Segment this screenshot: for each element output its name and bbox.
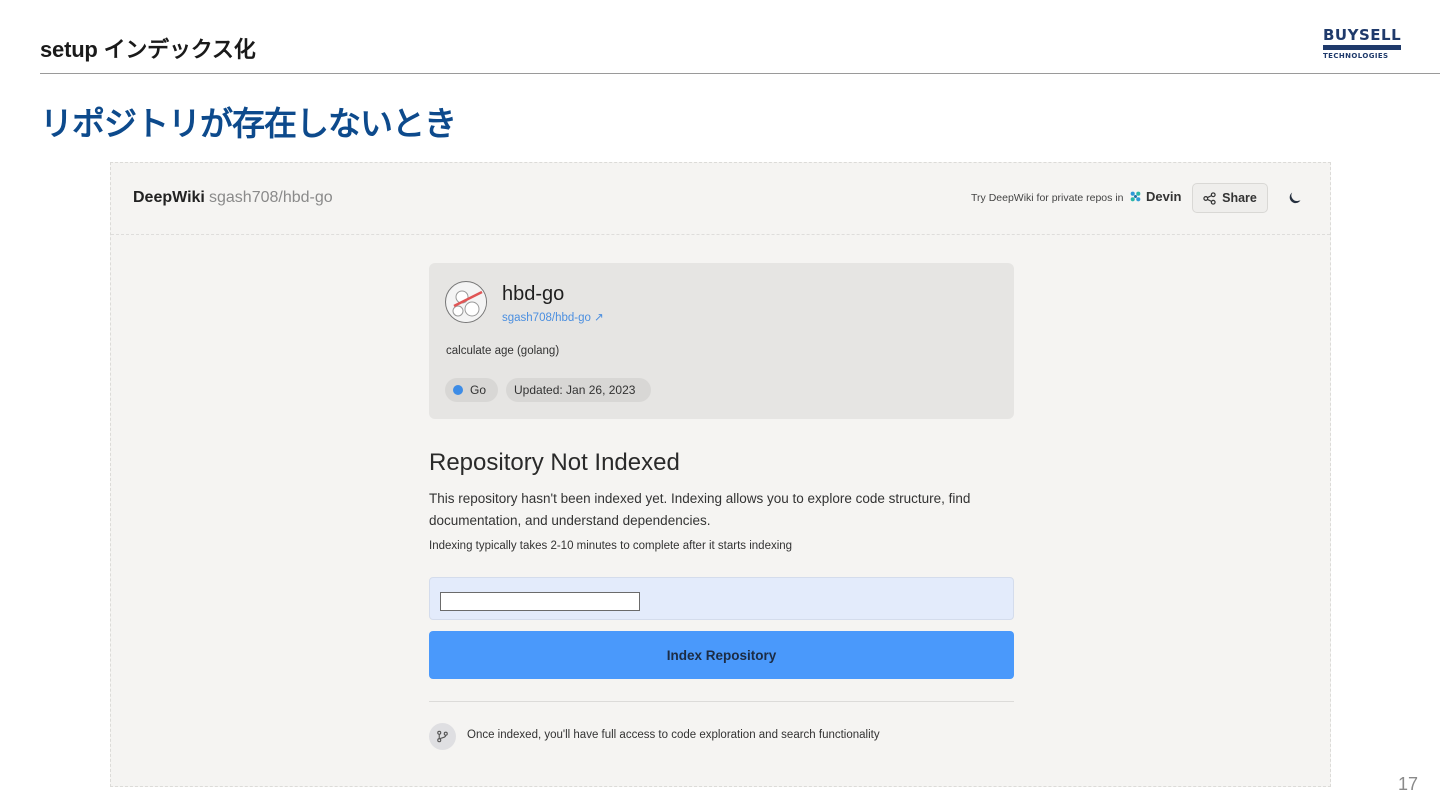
header-divider — [40, 73, 1440, 74]
slide-header: setup インデックス化 — [40, 37, 256, 62]
repo-card: hbd-go sgash708/hbd-go ↗ calculate age (… — [429, 263, 1014, 419]
indexing-time-note: Indexing typically takes 2-10 minutes to… — [429, 540, 793, 552]
not-indexed-description: This repository hasn't been indexed yet.… — [429, 491, 971, 528]
page-number: 17 — [1397, 774, 1418, 794]
updated-badge: Updated: Jan 26, 2023 — [506, 378, 651, 402]
share-button[interactable]: Share — [1192, 183, 1268, 213]
repo-description: calculate age (golang) — [446, 345, 560, 357]
slide-title: リポジトリが存在しないとき — [40, 105, 457, 142]
share-icon — [1203, 191, 1216, 205]
repo-name: hbd-go — [502, 283, 565, 305]
company-logo: BUYSELL TECHNOLOGIES — [1323, 27, 1403, 60]
git-branch-icon-badge — [429, 723, 456, 750]
index-input-container — [429, 577, 1014, 620]
index-input-field[interactable] — [440, 592, 640, 611]
index-repository-button[interactable]: Index Repository — [429, 631, 1014, 679]
language-dot-icon — [453, 385, 463, 395]
updated-label: Updated: Jan 26, 2023 — [514, 383, 636, 397]
deepwiki-brand-link[interactable]: DeepWiki — [133, 189, 205, 207]
logo-bar — [1323, 45, 1401, 50]
private-repos-promo-text: Try DeepWiki for private repos in — [971, 192, 1124, 204]
share-label: Share — [1222, 191, 1257, 205]
avatar-image — [447, 283, 486, 322]
deepwiki-window: DeepWiki sgash708/hbd-go Try DeepWiki fo… — [110, 162, 1331, 787]
repo-owner-avatar — [445, 281, 487, 323]
not-indexed-heading: Repository Not Indexed — [429, 449, 680, 476]
section-divider — [429, 701, 1014, 702]
language-label: Go — [470, 383, 487, 397]
devin-label: Devin — [1146, 189, 1182, 204]
devin-link[interactable]: Devin — [1129, 189, 1181, 204]
logo-subtitle: TECHNOLOGIES — [1323, 52, 1389, 60]
logo-wordmark: BUYSELL — [1323, 26, 1402, 44]
top-navigation-bar: DeepWiki sgash708/hbd-go Try DeepWiki fo… — [111, 163, 1330, 235]
repo-github-link[interactable]: sgash708/hbd-go ↗ — [502, 310, 604, 324]
indexing-benefit-text: Once indexed, you'll have full access to… — [467, 729, 880, 741]
git-branch-icon — [437, 730, 448, 743]
language-badge: Go — [445, 378, 498, 402]
moon-icon[interactable] — [1287, 190, 1303, 206]
devin-icon — [1130, 191, 1141, 202]
repo-path-breadcrumb[interactable]: sgash708/hbd-go — [209, 189, 333, 207]
